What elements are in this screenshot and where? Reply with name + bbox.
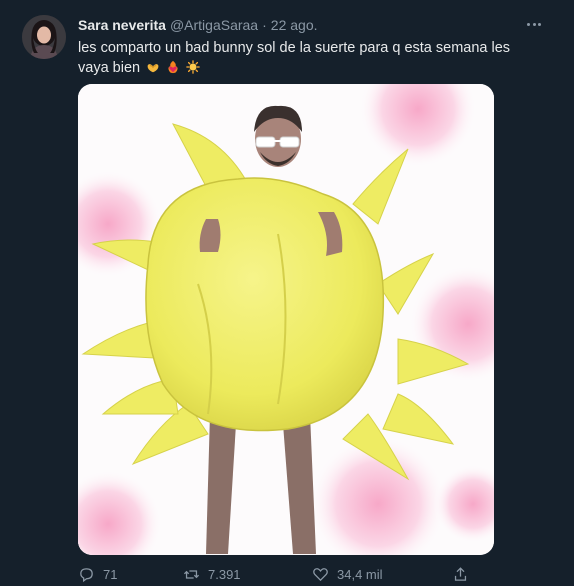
share-button[interactable] (452, 566, 469, 583)
tweet-header: Sara neverita @ArtigaSaraa · 22 ago. (78, 15, 318, 35)
tweet-text-content: les comparto un bad bunny sol de la suer… (78, 40, 511, 76)
tweet-actions: 71 7.391 34,4 mil (78, 566, 498, 586)
like-button[interactable]: 34,4 mil (312, 566, 383, 583)
heart-on-fire-emoji (168, 60, 178, 74)
avatar[interactable] (22, 15, 66, 59)
reply-icon (80, 568, 93, 583)
heart-hands-emoji (147, 64, 159, 73)
reply-button[interactable]: 71 (78, 566, 117, 583)
tweet-date[interactable]: 22 ago. (271, 17, 318, 33)
separator-dot: · (262, 17, 267, 33)
tweet-media-image[interactable] (78, 84, 494, 555)
sun-costume-photo (78, 84, 494, 555)
retweet-button[interactable]: 7.391 (183, 566, 241, 583)
tweet-text: les comparto un bad bunny sol de la suer… (78, 38, 518, 78)
tweet[interactable]: Sara neverita @ArtigaSaraa · 22 ago. les… (0, 0, 574, 583)
heart-icon (313, 568, 328, 582)
sun-emoji (186, 60, 200, 74)
author-handle[interactable]: @ArtigaSaraa (170, 17, 258, 33)
more-options-icon[interactable] (524, 14, 544, 34)
share-icon (454, 567, 467, 581)
author-name[interactable]: Sara neverita (78, 17, 166, 33)
retweet-icon (183, 570, 200, 579)
avatar-image (22, 15, 66, 59)
